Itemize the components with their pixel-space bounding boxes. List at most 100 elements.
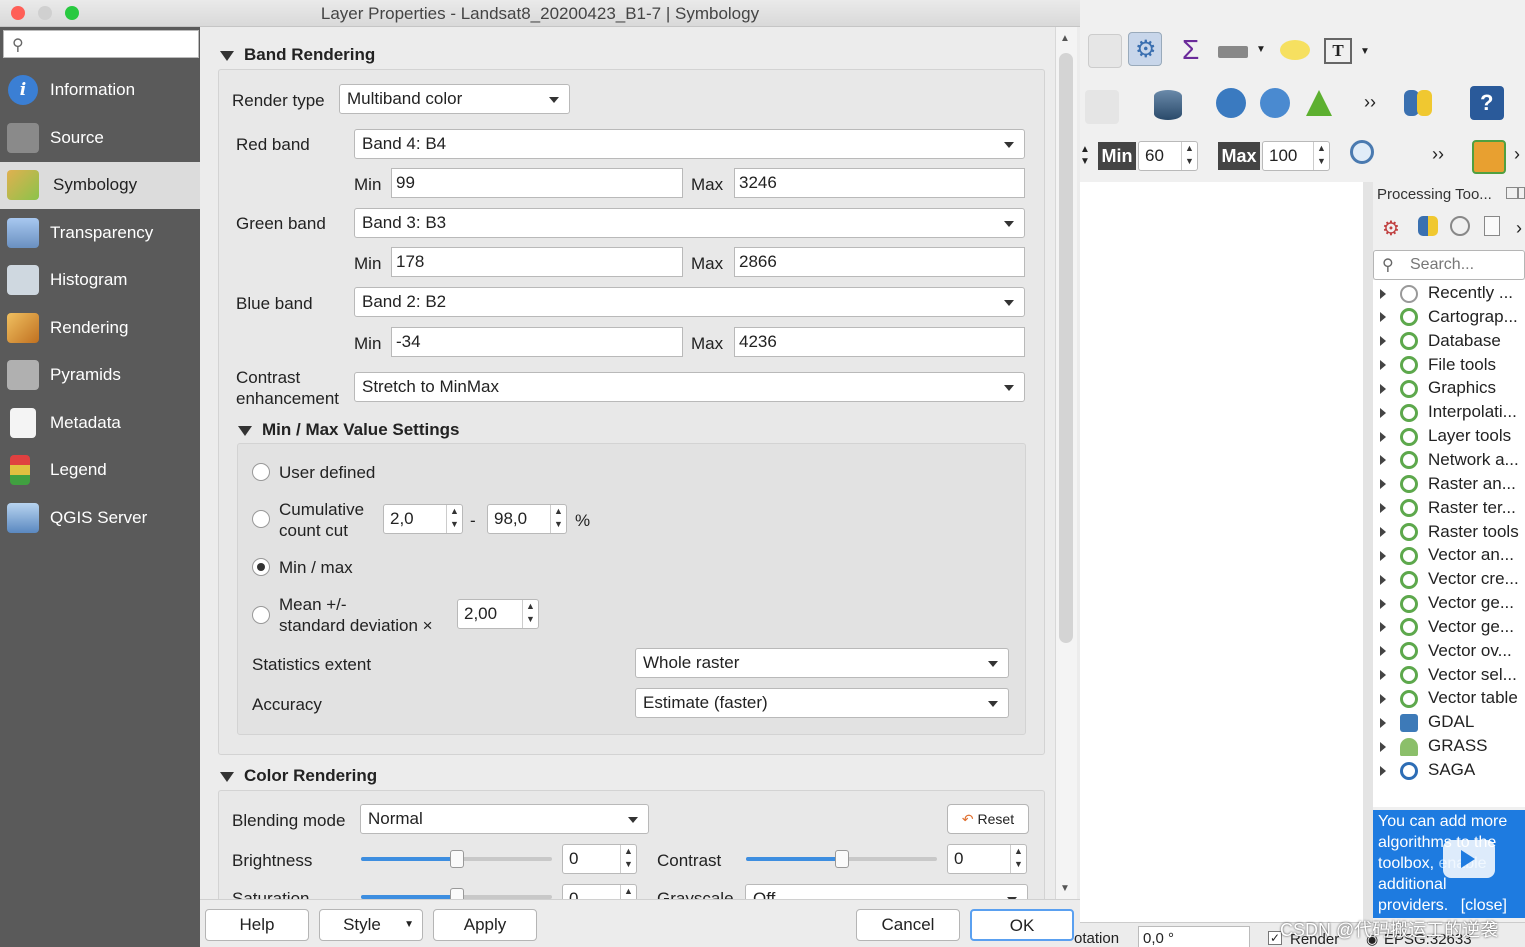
sidebar-item-source[interactable]: Source (0, 115, 200, 162)
minmax-header[interactable]: Min / Max Value Settings (238, 420, 459, 440)
expand-arrow-icon[interactable] (1380, 288, 1386, 299)
expand-arrow-icon[interactable] (1380, 312, 1386, 323)
python-scripts-icon[interactable] (1418, 216, 1438, 236)
attribute-table-icon[interactable] (1472, 140, 1506, 174)
brightness-slider[interactable] (361, 850, 552, 868)
float-panel-icon[interactable] (1506, 187, 1518, 199)
sidebar-item-transparency[interactable]: Transparency (0, 210, 200, 257)
expand-arrow-icon[interactable] (1380, 455, 1386, 466)
expand-arrow-icon[interactable] (1380, 765, 1386, 776)
globe-add-icon[interactable] (1214, 86, 1248, 120)
spin-arrows-icon[interactable]: ▲▼ (1080, 144, 1090, 168)
tree-item[interactable]: Recently ... (1380, 283, 1513, 303)
tree-item[interactable]: GRASS (1380, 736, 1488, 756)
spin-arrows-icon[interactable]: ▲▼ (1010, 845, 1026, 873)
green-max-input[interactable]: 2866 (734, 247, 1025, 277)
expand-arrow-icon[interactable] (1380, 336, 1386, 347)
tree-item[interactable]: Vector ge... (1380, 593, 1514, 613)
spin-arrows-icon[interactable]: ▲▼ (446, 505, 462, 533)
chevron-right-icon[interactable]: › (1514, 144, 1520, 165)
accuracy-select[interactable]: Estimate (faster) (635, 688, 1009, 718)
grayscale-select[interactable]: Off (745, 884, 1028, 899)
chevron-right-icon[interactable]: › (1516, 218, 1522, 239)
expand-arrow-icon[interactable] (1380, 670, 1386, 681)
contrast-enhancement-select[interactable]: Stretch to MinMax (354, 372, 1025, 402)
providers-link[interactable]: providers. (1378, 897, 1448, 914)
map-tips-icon[interactable] (1278, 36, 1312, 70)
tree-item[interactable]: Vector table (1380, 688, 1518, 708)
close-panel-icon[interactable] (1518, 187, 1525, 199)
results-icon[interactable] (1484, 216, 1500, 236)
contrast-slider[interactable] (746, 850, 937, 868)
contrast-spinbox[interactable]: 0 ▲ ▼ (947, 844, 1027, 874)
gear-icon[interactable]: ⚙ (1128, 32, 1162, 66)
toolbar-overflow-icon[interactable]: ›› (1432, 144, 1444, 165)
video-play-icon[interactable] (1443, 840, 1495, 878)
sidebar-item-histogram[interactable]: Histogram (0, 257, 200, 304)
sidebar-item-metadata[interactable]: Metadata (0, 400, 200, 447)
sidebar-item-pyramids[interactable]: Pyramids (0, 352, 200, 399)
label-icon[interactable] (1085, 90, 1119, 124)
rotation-input[interactable]: 0,0 ° (1138, 926, 1250, 947)
red-band-select[interactable]: Band 4: B4 (354, 129, 1025, 159)
brightness-spinbox[interactable]: 0 ▲ ▼ (562, 844, 637, 874)
cumulative-low-spinbox[interactable]: 2,0 ▲ ▼ (383, 504, 463, 534)
spin-arrows-icon[interactable]: ▲▼ (620, 885, 636, 899)
render-type-select[interactable]: Multiband color (339, 84, 570, 114)
cumulative-cut-radio[interactable] (252, 510, 270, 528)
expand-arrow-icon[interactable] (1380, 550, 1386, 561)
blue-max-input[interactable]: 4236 (734, 327, 1025, 357)
expand-arrow-icon[interactable] (1380, 646, 1386, 657)
stddev-radio[interactable] (252, 606, 270, 624)
processing-search-input[interactable]: ⚲ Search... (1373, 250, 1525, 280)
stddev-spinbox[interactable]: 2,00 ▲ ▼ (457, 599, 539, 629)
tree-item[interactable]: SAGA (1380, 760, 1475, 780)
close-banner-link[interactable]: [close] (1461, 897, 1507, 914)
expand-arrow-icon[interactable] (1380, 503, 1386, 514)
expand-arrow-icon[interactable] (1380, 622, 1386, 633)
tree-item[interactable]: Vector cre... (1380, 569, 1519, 589)
brightness-slider-handle[interactable] (449, 850, 464, 868)
sidebar-search-input[interactable]: ⚲ (3, 30, 199, 58)
min-value-spinbox[interactable]: 60 ▲ ▼ (1138, 141, 1198, 171)
spin-arrows-icon[interactable]: ▲▼ (522, 600, 538, 628)
python-icon[interactable] (1402, 86, 1436, 120)
map-canvas[interactable] (1080, 182, 1363, 922)
tree-item[interactable]: File tools (1380, 355, 1496, 375)
spin-arrows-icon[interactable]: ▲▼ (620, 845, 636, 873)
tree-item[interactable]: Database (1380, 331, 1501, 351)
green-min-input[interactable]: 178 (391, 247, 683, 277)
spin-arrows-icon[interactable]: ▲▼ (1313, 142, 1329, 170)
help-button[interactable]: Help (205, 909, 309, 941)
minmax-radio[interactable] (252, 558, 270, 576)
blue-min-input[interactable]: -34 (391, 327, 683, 357)
tree-item[interactable]: Interpolati... (1380, 402, 1517, 422)
measure-ruler-icon[interactable]: ▼ (1218, 40, 1266, 60)
sidebar-item-symbology[interactable]: Symbology (0, 162, 200, 209)
sidebar-item-legend[interactable]: Legend (0, 447, 200, 494)
user-defined-radio[interactable] (252, 463, 270, 481)
expand-arrow-icon[interactable] (1380, 693, 1386, 704)
tree-item[interactable]: Cartograp... (1380, 307, 1518, 327)
expand-arrow-icon[interactable] (1380, 574, 1386, 585)
red-min-input[interactable]: 99 (391, 168, 683, 198)
grid-icon[interactable] (1088, 34, 1122, 68)
expand-arrow-icon[interactable] (1380, 717, 1386, 728)
expand-arrow-icon[interactable] (1380, 479, 1386, 490)
panel-scrollbar[interactable]: ▲ ▼ (1055, 27, 1077, 899)
spin-arrows-icon[interactable]: ▲▼ (1181, 142, 1197, 170)
sigma-icon[interactable]: Σ (1176, 34, 1210, 68)
expand-arrow-icon[interactable] (1380, 360, 1386, 371)
green-band-select[interactable]: Band 3: B3 (354, 208, 1025, 238)
tree-item[interactable]: Raster ter... (1380, 498, 1516, 518)
tree-item[interactable]: Raster tools (1380, 522, 1519, 542)
scrollbar-thumb[interactable] (1059, 53, 1073, 643)
expand-arrow-icon[interactable] (1380, 383, 1386, 394)
expand-arrow-icon[interactable] (1380, 598, 1386, 609)
blue-band-select[interactable]: Band 2: B2 (354, 287, 1025, 317)
triangle-layer-icon[interactable] (1302, 86, 1336, 120)
band-rendering-header[interactable]: Band Rendering (220, 45, 375, 65)
ok-button[interactable]: OK (970, 909, 1074, 941)
tree-item[interactable]: Raster an... (1380, 474, 1516, 494)
color-rendering-header[interactable]: Color Rendering (220, 766, 377, 786)
